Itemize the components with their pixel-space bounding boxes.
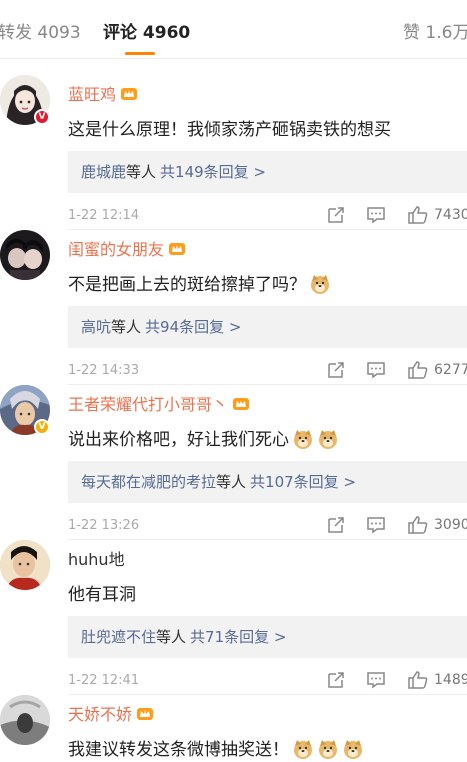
share-icon[interactable] (326, 360, 346, 380)
doge-emoji-icon (319, 740, 337, 759)
doge-emoji-icon (344, 740, 362, 759)
comment-item: huhu地 他有耳洞 肚兜遮不住等人 共71条回复 > 1-22 12:41 14… (0, 540, 467, 695)
reply-summary[interactable]: 鹿城鹿等人 共149条回复 > (68, 151, 467, 193)
verified-badge-icon: V (34, 109, 50, 125)
reply-author[interactable]: 肚兜遮不住 (81, 628, 156, 646)
comment-item: V 蓝旺鸡 这是什么原理！我倾家荡产砸锅卖铁的想买 鹿城鹿等人 共149条回复 >… (0, 75, 467, 230)
reply-summary[interactable]: 肚兜遮不住等人 共71条回复 > (68, 616, 467, 658)
comment-time: 1-22 12:41 (68, 673, 140, 688)
like-icon[interactable] (407, 515, 429, 535)
like-count: 3090 (434, 517, 467, 533)
comment-username[interactable]: huhu地 (68, 546, 125, 570)
active-tab-indicator (125, 52, 155, 55)
comment-time: 1-22 12:14 (68, 208, 140, 223)
comment-icon[interactable] (366, 205, 386, 225)
like-icon[interactable] (407, 360, 429, 380)
comment-text-body: 不是把画上去的斑给擦掉了吗？ (68, 275, 306, 295)
verified-badge-icon: V (34, 419, 50, 435)
tab-repost[interactable]: 转发 4093 (0, 18, 81, 43)
tab-like[interactable]: 赞 1.6万 (403, 18, 467, 43)
avatar[interactable] (0, 695, 50, 745)
comment-text: 不是把画上去的斑给擦掉了吗？ (68, 270, 331, 295)
comment-item: 闺蜜的女朋友 不是把画上去的斑给擦掉了吗？ 高吭等人 共94条回复 > 1-22 … (0, 230, 467, 385)
comment-username[interactable]: 蓝旺鸡 (68, 81, 138, 105)
comment-text: 这是什么原理！我倾家荡产砸锅卖铁的想买 (68, 120, 391, 140)
like-icon[interactable] (407, 670, 429, 690)
comment-icon[interactable] (366, 515, 386, 535)
reply-mid-text: 等人 (216, 473, 247, 491)
comment-time: 1-22 14:33 (68, 363, 140, 378)
username-text: 天娇不娇 (68, 705, 133, 724)
reply-mid-text: 等人 (156, 628, 187, 646)
comment-item: V 王者荣耀代打小哥哥丶 说出来价格吧，好让我们死心 每天都在减肥的考拉等人 共1… (0, 385, 467, 540)
comment-text: 他有耳洞 (68, 585, 136, 605)
username-text: 王者荣耀代打小哥哥丶 (68, 395, 229, 414)
avatar[interactable] (0, 230, 50, 280)
like-icon[interactable] (407, 205, 429, 225)
doge-emoji-icon (319, 430, 337, 449)
avatar[interactable] (0, 540, 50, 590)
reply-mid-text: 等人 (111, 318, 142, 336)
comment-text: 说出来价格吧，好让我们死心 (68, 425, 339, 450)
doge-emoji-icon (294, 430, 312, 449)
reply-author[interactable]: 高吭 (81, 318, 111, 336)
comment-tabs: 转发 4093 评论 4960 赞 1.6万 (0, 0, 467, 59)
comment-item: 天娇不娇 我建议转发这条微博抽奖送！ (0, 695, 467, 762)
reply-count-link[interactable]: 共71条回复 > (190, 628, 286, 646)
username-text: 蓝旺鸡 (68, 85, 117, 104)
username-text: huhu地 (68, 550, 125, 569)
username-text: 闺蜜的女朋友 (68, 240, 165, 259)
comment-text: 我建议转发这条微博抽奖送！ (68, 735, 364, 760)
reply-count-link[interactable]: 共149条回复 > (160, 163, 266, 181)
like-count: 7430 (434, 207, 467, 223)
crown-icon (169, 243, 186, 255)
comment-text-body: 说出来价格吧，好让我们死心 (68, 430, 289, 450)
comment-username[interactable]: 王者荣耀代打小哥哥丶 (68, 391, 250, 415)
reply-mid-text: 等人 (126, 163, 157, 181)
doge-emoji-icon (311, 275, 329, 294)
reply-count-link[interactable]: 共107条回复 > (250, 473, 356, 491)
comment-username[interactable]: 闺蜜的女朋友 (68, 236, 186, 260)
reply-summary[interactable]: 高吭等人 共94条回复 > (68, 306, 467, 348)
reply-count-link[interactable]: 共94条回复 > (145, 318, 241, 336)
crown-icon (137, 708, 154, 720)
reply-author[interactable]: 鹿城鹿 (81, 163, 126, 181)
crown-icon (121, 88, 138, 100)
comment-time: 1-22 13:26 (68, 518, 140, 533)
share-icon[interactable] (326, 670, 346, 690)
comment-text-body: 我建议转发这条微博抽奖送！ (68, 740, 289, 760)
share-icon[interactable] (326, 205, 346, 225)
share-icon[interactable] (326, 515, 346, 535)
comment-icon[interactable] (366, 360, 386, 380)
comment-username[interactable]: 天娇不娇 (68, 701, 154, 725)
reply-author[interactable]: 每天都在减肥的考拉 (81, 473, 216, 491)
doge-emoji-icon (294, 740, 312, 759)
like-count: 1489 (434, 672, 467, 688)
crown-icon (233, 398, 250, 410)
comment-icon[interactable] (366, 670, 386, 690)
reply-summary[interactable]: 每天都在减肥的考拉等人 共107条回复 > (68, 461, 467, 503)
tab-comment[interactable]: 评论 4960 (103, 18, 190, 43)
like-count: 6277 (434, 362, 467, 378)
